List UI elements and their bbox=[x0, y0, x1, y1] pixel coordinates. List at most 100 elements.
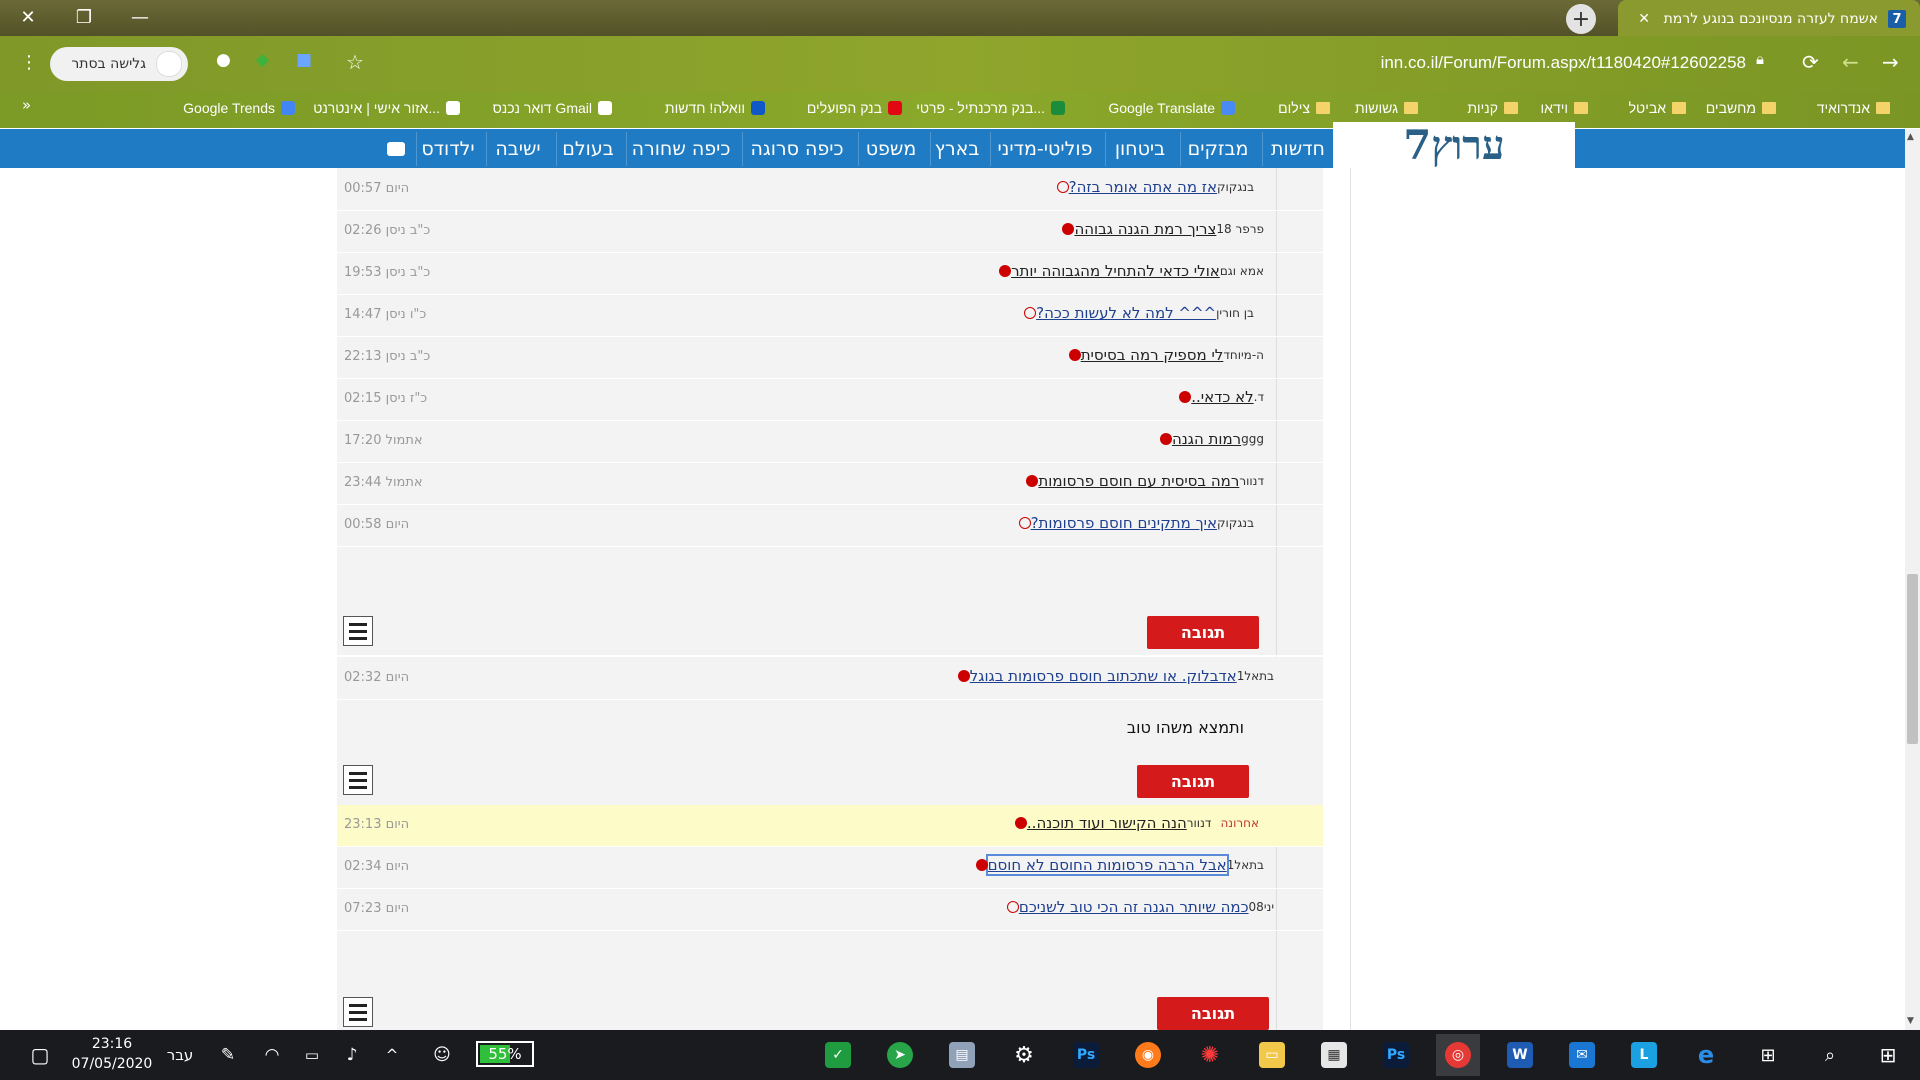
bookmark-item[interactable]: Google Translate bbox=[1108, 96, 1235, 120]
bookmark-item[interactable]: מחשבים bbox=[1706, 96, 1776, 120]
firefox-app-icon[interactable]: ◉ bbox=[1135, 1042, 1161, 1068]
post-title-link[interactable]: אדבלוק. או שתכתוב חוסם פרסומות בגוגל bbox=[970, 667, 1237, 685]
tab-close-icon[interactable]: ✕ bbox=[1638, 11, 1650, 27]
scrollbar-thumb[interactable] bbox=[1907, 574, 1918, 744]
post-title-link[interactable]: לי מספיק רמה בסיסית bbox=[1081, 346, 1224, 364]
reply-button[interactable]: תגובה bbox=[1147, 616, 1259, 649]
bookmark-item[interactable]: אנדרואיד bbox=[1817, 96, 1890, 120]
windows-start-icon[interactable]: ⊞ bbox=[1866, 1034, 1910, 1076]
chat-icon[interactable] bbox=[378, 132, 414, 166]
pen-icon[interactable]: ✎ bbox=[206, 1034, 250, 1076]
bookmark-item[interactable]: אביטל bbox=[1629, 96, 1686, 120]
nav-item[interactable]: ביטחון bbox=[1105, 132, 1174, 166]
nav-item[interactable]: מבזקים bbox=[1180, 132, 1255, 166]
post-row[interactable]: כ"ז ניסן 02:15 לא כדאי.. ד. bbox=[337, 379, 1323, 421]
reply-button[interactable]: תגובה bbox=[1137, 765, 1249, 798]
nav-item[interactable]: ישיבה bbox=[486, 132, 549, 166]
nav-item[interactable]: כיפה שחורה bbox=[626, 132, 735, 166]
chrome-app-icon[interactable]: ◎ bbox=[1445, 1042, 1471, 1068]
store-app-icon[interactable]: ▦ bbox=[1321, 1042, 1347, 1068]
back-icon[interactable]: → bbox=[1882, 50, 1899, 74]
post-title-link[interactable]: רמות הגנה bbox=[1172, 430, 1241, 448]
post-title-link[interactable]: רמה בסיסית עם חוסם פרסומות bbox=[1038, 472, 1239, 490]
nav-item[interactable]: בעולם bbox=[556, 132, 619, 166]
edge-app-icon[interactable]: e bbox=[1693, 1041, 1719, 1069]
post-author[interactable]: ד. bbox=[1254, 390, 1264, 404]
action-center-icon[interactable]: ▢ bbox=[18, 1034, 62, 1076]
task-view-icon[interactable]: ⊞ bbox=[1746, 1034, 1790, 1076]
post-title-link[interactable]: אז מה אתה אומר בזה? bbox=[1069, 178, 1217, 196]
post-title-link[interactable]: אולי כדאי להתחיל מהגבוהה יותר bbox=[1011, 262, 1220, 280]
people-icon[interactable]: ☺ bbox=[420, 1034, 464, 1076]
show-hidden-icons-icon[interactable]: ^ bbox=[370, 1034, 414, 1076]
battery-meter[interactable]: 55% bbox=[476, 1041, 534, 1067]
bookmark-item[interactable]: גשושות bbox=[1355, 96, 1418, 120]
nav-item[interactable]: כיפה סרוגה bbox=[742, 132, 851, 166]
window-close-icon[interactable]: ✕ bbox=[0, 0, 56, 34]
post-author[interactable]: דנוור bbox=[1187, 816, 1212, 830]
window-restore-icon[interactable]: ❐ bbox=[56, 0, 112, 34]
app-red-icon[interactable]: ✺ bbox=[1197, 1042, 1223, 1068]
globe-extension-icon[interactable]: ◆ bbox=[256, 50, 269, 70]
l-app-icon[interactable]: L bbox=[1631, 1042, 1657, 1068]
forward-icon[interactable]: ← bbox=[1842, 50, 1859, 74]
post-row[interactable]: היום 00:57 אז מה אתה אומר בזה? בנגקוק bbox=[337, 169, 1323, 211]
reply-button[interactable]: תגובה bbox=[1157, 997, 1269, 1030]
post-row[interactable]: כ"ו ניסן 14:47 ^^^ למה לא לעשות ככה? בן חו… bbox=[337, 295, 1323, 337]
post-author[interactable]: פרפר 18 bbox=[1216, 222, 1264, 236]
post-row[interactable]: היום 07:23 כמה שיותר הגנה זה הכי טוב לשני… bbox=[337, 889, 1323, 931]
post-row[interactable]: כ"ב ניסן 19:53 אולי כדאי להתחיל מהגבוהה י… bbox=[337, 253, 1323, 295]
nav-item[interactable]: משפט bbox=[858, 132, 923, 166]
post-row[interactable]: כ"ב ניסן 02:26 צריך רמת הגנה גבוהה פרפר 18 bbox=[337, 211, 1323, 253]
incognito-button[interactable]: גלישה בסתר bbox=[50, 47, 188, 81]
wifi-icon[interactable]: ◠ bbox=[250, 1034, 294, 1076]
post-author[interactable]: אמא וגם bbox=[1220, 264, 1264, 278]
post-row[interactable]: כ"ב ניסן 22:13 לי מספיק רמה בסיסית ה-מיוחד bbox=[337, 337, 1323, 379]
mail-app-icon[interactable]: ✉ bbox=[1569, 1042, 1595, 1068]
post-row[interactable]: אתמול 17:20 רמות הגנה ggg bbox=[337, 421, 1323, 463]
nav-item[interactable]: בארץ bbox=[930, 132, 983, 166]
post-author[interactable]: בנגקוק bbox=[1217, 516, 1254, 530]
post-menu-button[interactable] bbox=[343, 997, 373, 1027]
post-author[interactable]: דנוור bbox=[1239, 474, 1264, 488]
photoshop-app-icon[interactable]: Ps bbox=[1073, 1042, 1099, 1068]
bookmark-star-icon[interactable]: ☆ bbox=[346, 50, 364, 74]
post-title-link[interactable]: כמה שיותר הגנה זה הכי טוב לשניכם bbox=[1019, 898, 1249, 916]
search-icon[interactable]: ⌕ bbox=[1808, 1034, 1852, 1076]
bookmark-item[interactable]: דואר נכנס Gmail bbox=[493, 96, 612, 120]
nav-item[interactable]: פוליטי-מדיני bbox=[990, 132, 1099, 166]
post-row[interactable]: היום 23:13 הנה הקישור ועוד תוכנה.. דנוור אח… bbox=[337, 805, 1323, 847]
post-menu-button[interactable] bbox=[343, 765, 373, 795]
bookmark-item[interactable]: Google Trends bbox=[183, 96, 295, 120]
menu-kebab-icon[interactable]: ⋮ bbox=[20, 52, 38, 73]
post-menu-button[interactable] bbox=[343, 616, 373, 646]
photoshop-app-icon-2[interactable]: Ps bbox=[1383, 1042, 1409, 1068]
window-minimize-icon[interactable]: — bbox=[112, 0, 168, 34]
new-tab-plus-icon[interactable]: + bbox=[1566, 4, 1596, 34]
volume-icon[interactable]: ♪ bbox=[330, 1034, 374, 1076]
nav-item[interactable]: ילדודס bbox=[416, 132, 479, 166]
bookmark-item[interactable]: וידאו bbox=[1541, 96, 1588, 120]
post-row[interactable]: היום 00:58 איך מתקינים חוסם פרסומות? בנגקו… bbox=[337, 505, 1323, 547]
browser-tab[interactable]: 7 אשמח לעזרה מנסיונכם בנוגע לרמת ההגנה ✕ bbox=[1618, 0, 1920, 38]
post-title-link[interactable]: איך מתקינים חוסם פרסומות? bbox=[1031, 514, 1217, 532]
post-row[interactable]: היום 02:32 אדבלוק. או שתכתוב חוסם פרסומו… bbox=[337, 658, 1323, 700]
bookmark-item[interactable]: אזור אישי | אינטרנט... bbox=[313, 96, 460, 120]
scroll-up-icon[interactable]: ▲ bbox=[1907, 132, 1914, 142]
post-author[interactable]: ggg bbox=[1241, 432, 1264, 446]
post-author[interactable]: בנגקוק bbox=[1217, 180, 1254, 194]
post-row[interactable]: אתמול 23:44 רמה בסיסית עם חוסם פרסומות דנו… bbox=[337, 463, 1323, 505]
post-author[interactable]: בתאל1 bbox=[1237, 669, 1274, 683]
post-title-link[interactable]: לא כדאי.. bbox=[1191, 388, 1253, 406]
file-explorer-icon[interactable]: ▭ bbox=[1259, 1042, 1285, 1068]
post-title-link[interactable]: ^^^ למה לא לעשות ככה? bbox=[1036, 304, 1216, 322]
scroll-down-icon[interactable]: ▼ bbox=[1907, 1016, 1914, 1026]
taskbar-clock[interactable]: 23:16 07/05/2020 bbox=[66, 1034, 158, 1074]
reload-icon[interactable]: ⟳ bbox=[1802, 50, 1819, 74]
explorer-window-icon[interactable]: ▤ bbox=[949, 1042, 975, 1068]
language-indicator[interactable]: עבר bbox=[158, 1034, 202, 1076]
bookmark-item[interactable]: בנק הפועלים bbox=[807, 96, 902, 120]
post-author[interactable]: בן חורין bbox=[1216, 306, 1254, 320]
post-author[interactable]: בתאל1 bbox=[1227, 858, 1264, 872]
post-title-link[interactable]: הנה הקישור ועוד תוכנה.. bbox=[1027, 814, 1187, 832]
